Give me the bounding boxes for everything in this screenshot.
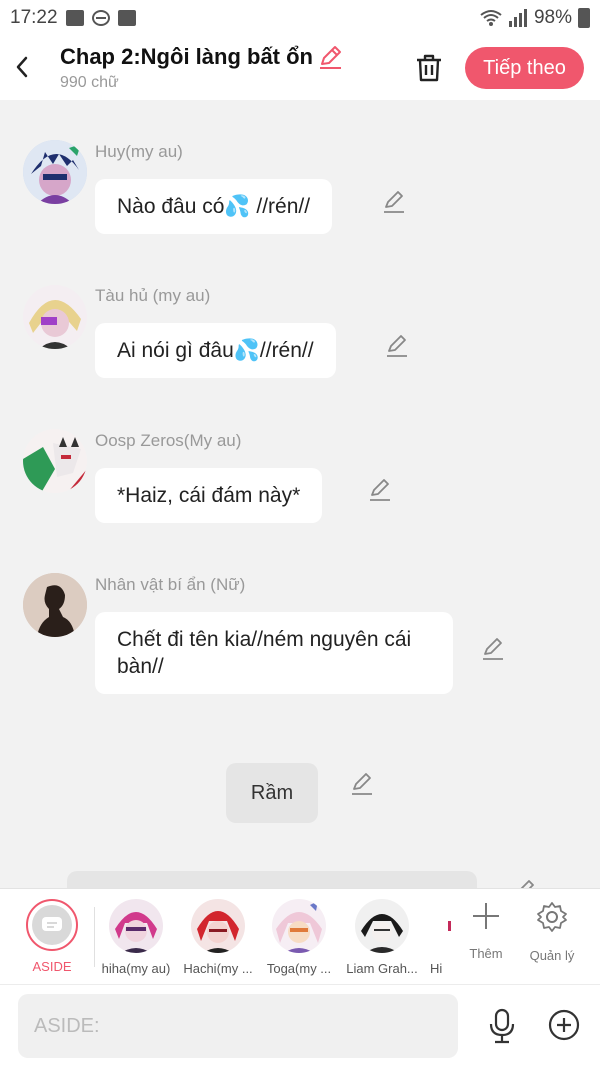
pencil-icon[interactable] — [480, 636, 506, 662]
character-option[interactable]: Toga(my ... — [259, 899, 339, 976]
manage-label: Quản lý — [529, 948, 575, 963]
aside-label: ASIDE — [32, 959, 72, 974]
chapter-title: Chap 2:Ngôi làng bất ổn — [60, 44, 313, 69]
battery-icon — [578, 8, 590, 28]
message-bubble[interactable]: *Haiz, cái đám này* — [95, 468, 323, 523]
character-name: Huy(my au) — [95, 142, 183, 161]
silhouette-icon — [23, 573, 87, 637]
add-label: Thêm — [469, 946, 503, 961]
character-option[interactable]: Hi — [424, 899, 454, 976]
gear-icon — [537, 902, 567, 932]
signal-icon — [508, 9, 527, 27]
avatar — [355, 899, 409, 953]
chapter-title-row[interactable]: Chap 2:Ngôi làng bất ổn — [60, 44, 400, 70]
add-character-button[interactable]: Thêm — [454, 901, 518, 961]
avatar — [434, 899, 454, 953]
wifi-icon — [480, 10, 502, 26]
delete-button[interactable] — [414, 52, 444, 84]
avatar[interactable] — [23, 285, 87, 349]
narration-bubble[interactable]: Rầm — [226, 763, 318, 823]
character-avatar-image — [191, 899, 245, 953]
status-time: 17:22 — [10, 7, 58, 28]
pencil-icon[interactable] — [317, 44, 343, 70]
character-option[interactable]: Liam Grah... — [342, 899, 422, 976]
add-media-button[interactable] — [547, 1008, 581, 1042]
title-block: Chap 2:Ngôi làng bất ổn 990 chữ — [60, 44, 400, 92]
next-button[interactable]: Tiếp theo — [465, 47, 584, 89]
character-label: Toga(my ... — [266, 961, 332, 976]
character-avatar-image — [272, 899, 326, 953]
avatar — [191, 899, 245, 953]
character-option[interactable]: hiha(my au) — [96, 899, 176, 976]
input-bar — [0, 984, 600, 1067]
back-button[interactable] — [12, 52, 36, 82]
character-avatar-image — [434, 899, 454, 953]
folder-icon — [117, 10, 136, 26]
message-bubble[interactable]: Nào đâu có💦 //rén// — [95, 179, 333, 234]
trash-icon — [417, 54, 441, 82]
avatar — [109, 899, 163, 953]
message-bubble[interactable]: Ai nói gì đâu💦//rén// — [95, 323, 336, 378]
avatar[interactable] — [23, 429, 87, 493]
word-count: 990 chữ — [60, 74, 119, 91]
message-bubble-partial[interactable] — [67, 871, 477, 888]
character-selector: ASIDE hiha(my au) Hachi(my ... Toga(my .… — [0, 888, 600, 984]
chevron-left-icon — [16, 56, 28, 78]
character-avatar-image — [23, 140, 87, 204]
pencil-icon[interactable] — [381, 189, 407, 215]
pencil-icon[interactable] — [512, 878, 538, 888]
chat-bubble-icon — [42, 917, 62, 931]
avatar[interactable] — [23, 140, 87, 204]
character-avatar-image — [23, 285, 87, 349]
character-avatar-image — [23, 429, 87, 493]
pencil-icon[interactable] — [384, 333, 410, 359]
avatar — [272, 899, 326, 953]
message-bubble[interactable]: Chết đi tên kia//ném nguyên cái bàn// — [95, 612, 453, 694]
do-not-disturb-icon — [91, 10, 110, 26]
message-input[interactable] — [18, 994, 458, 1058]
character-name: Oosp Zeros(My au) — [95, 431, 242, 450]
character-name: Tàu hủ (my au) — [95, 286, 211, 305]
pencil-icon[interactable] — [349, 771, 375, 797]
character-label: hiha(my au) — [101, 961, 171, 976]
microphone-icon — [489, 1008, 515, 1044]
status-bar: 17:22 98% — [0, 0, 600, 36]
battery-percent: 98% — [533, 7, 572, 28]
character-label: Liam Grah... — [346, 961, 418, 976]
aside-option[interactable]: ASIDE — [12, 899, 92, 974]
chapter-header: Chap 2:Ngôi làng bất ổn 990 chữ Tiếp the… — [0, 36, 600, 100]
character-label: Hi — [430, 961, 443, 976]
voice-button[interactable] — [486, 1008, 518, 1044]
character-name: Nhân vật bí ẩn (Nữ) — [95, 575, 246, 594]
avatar[interactable] — [23, 573, 87, 637]
image-icon — [65, 10, 84, 26]
plus-circle-icon — [548, 1009, 580, 1041]
character-label: Hachi(my ... — [183, 961, 253, 976]
manage-button[interactable]: Quản lý — [520, 901, 584, 963]
character-avatar-image — [355, 899, 409, 953]
chat-area[interactable]: Huy(my au) Nào đâu có💦 //rén// Tàu hủ (m… — [0, 100, 600, 888]
aside-avatar — [26, 899, 78, 951]
character-avatar-image — [109, 899, 163, 953]
character-option[interactable]: Hachi(my ... — [178, 899, 258, 976]
divider — [94, 907, 95, 967]
plus-icon — [473, 903, 499, 929]
pencil-icon[interactable] — [367, 477, 393, 503]
